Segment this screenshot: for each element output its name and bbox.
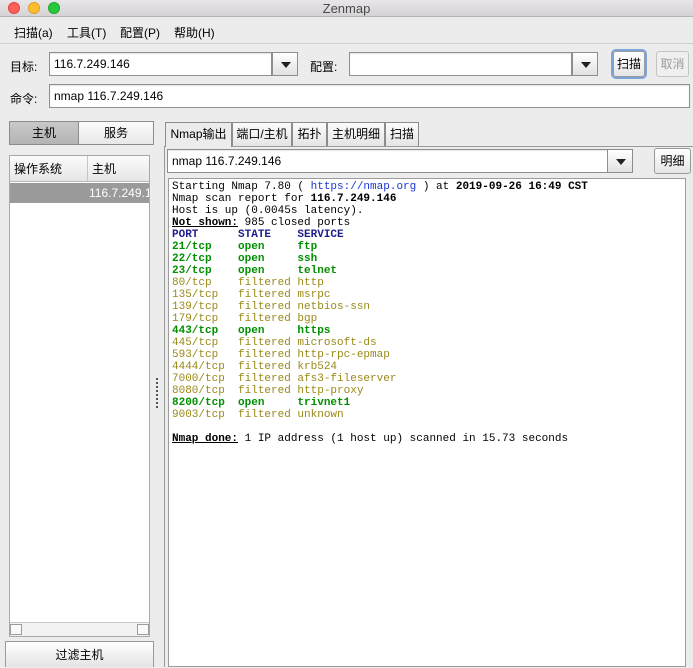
tab-topology[interactable]: 拓扑 [292, 122, 327, 146]
not-shown-label: Not shown: [172, 217, 239, 229]
profile-label: 配置: [310, 60, 338, 74]
nmap-done-label: Nmap done: [172, 433, 239, 445]
column-header-host[interactable]: 主机 [88, 156, 149, 182]
command-label: 命令: [10, 92, 38, 106]
port-row: 21/tcp open ftp [172, 241, 318, 253]
details-button[interactable]: 明细 [654, 148, 691, 174]
scanned-ip: 116.7.249.146 [310, 193, 397, 205]
host-address-cell: 116.7.249.146 [89, 186, 149, 200]
target-dropdown-button[interactable] [272, 52, 298, 76]
host-row[interactable]: 116.7.249.146 [10, 183, 149, 203]
host-up-text: Host is up (0.0045s latency). [172, 205, 364, 217]
port-row: 80/tcp filtered http [172, 277, 324, 289]
menu-scan[interactable]: 扫描(a) [14, 24, 53, 41]
tab-host-details[interactable]: 主机明细 [327, 122, 385, 146]
output-at-text: ) at [416, 181, 456, 193]
cancel-button[interactable]: 取消 [656, 51, 689, 77]
chevron-down-icon [616, 159, 626, 165]
profile-input[interactable] [349, 52, 572, 76]
nmap-done-text: 1 IP address (1 host up) scanned in 15.7… [238, 433, 569, 445]
output-selector-dropdown-button[interactable] [607, 149, 633, 173]
window-title: Zenmap [322, 1, 371, 16]
port-row: 8080/tcp filtered http-proxy [172, 385, 364, 397]
port-row: 22/tcp open ssh [172, 253, 318, 265]
tab-services[interactable]: 服务 [78, 121, 154, 145]
port-row: 135/tcp filtered msrpc [172, 289, 331, 301]
port-row: 179/tcp filtered bgp [172, 313, 318, 325]
column-header-os[interactable]: 操作系统 [10, 156, 88, 182]
output-selector[interactable]: nmap 116.7.249.146 [167, 149, 610, 173]
nmap-link[interactable]: https://nmap.org [311, 181, 417, 193]
menu-profile[interactable]: 配置(P) [120, 24, 160, 41]
port-row: 593/tcp filtered http-rpc-epmap [172, 349, 390, 361]
profile-dropdown-button[interactable] [572, 52, 598, 76]
port-row: 445/tcp filtered microsoft-ds [172, 337, 377, 349]
port-row: 139/tcp filtered netbios-ssn [172, 301, 371, 313]
nmap-output-text[interactable]: Starting Nmap 7.80 ( https://nmap.org ) … [168, 178, 686, 667]
tab-hosts[interactable]: 主机 [9, 121, 79, 145]
scroll-right-icon[interactable] [137, 624, 149, 635]
port-lines: 21/tcp open ftp 22/tcp open ssh 23/tcp o… [172, 241, 396, 421]
pane-resize-handle[interactable] [155, 378, 159, 410]
chevron-down-icon [281, 62, 291, 68]
tab-ports-hosts[interactable]: 端口/主机 [232, 122, 292, 146]
port-row: 23/tcp open telnet [172, 265, 338, 277]
port-row: 9003/tcp filtered unknown [172, 409, 344, 421]
port-row: 8200/tcp open trivnet1 [172, 397, 351, 409]
filter-hosts-button[interactable]: 过滤主机 [5, 641, 154, 667]
tab-scans[interactable]: 扫描 [385, 122, 419, 146]
target-label: 目标: [10, 60, 38, 74]
output-start-text: Starting Nmap 7.80 ( [172, 181, 311, 193]
title-bar: Zenmap [0, 0, 693, 17]
port-row: 443/tcp open https [172, 325, 331, 337]
scan-button[interactable]: 扫描 [613, 51, 645, 77]
scan-date: 2019-09-26 16:49 CST [455, 181, 588, 193]
menu-help[interactable]: 帮助(H) [174, 24, 215, 41]
scroll-left-icon[interactable] [10, 624, 22, 635]
closed-ports-text: 985 closed ports [238, 217, 351, 229]
close-window-button[interactable] [8, 2, 20, 14]
host-list[interactable]: 操作系统 主机 116.7.249.146 [9, 155, 150, 637]
horizontal-scrollbar[interactable] [10, 622, 149, 636]
report-for-text: Nmap scan report for [172, 193, 311, 205]
tab-nmap-output[interactable]: Nmap输出 [165, 122, 232, 147]
port-row: 4444/tcp filtered krb524 [172, 361, 338, 373]
menu-tools[interactable]: 工具(T) [67, 24, 106, 41]
command-input[interactable]: nmap 116.7.249.146 [49, 84, 690, 108]
port-row: 7000/tcp filtered afs3-fileserver [172, 373, 397, 385]
zoom-window-button[interactable] [48, 2, 60, 14]
chevron-down-icon [581, 62, 591, 68]
minimize-window-button[interactable] [28, 2, 40, 14]
menu-bar: 扫描(a) 工具(T) 配置(P) 帮助(H) [0, 18, 693, 44]
ports-header: PORT STATE SERVICE [172, 229, 344, 241]
zenmap-window: Zenmap 扫描(a) 工具(T) 配置(P) 帮助(H) 目标: 116.7… [0, 0, 693, 667]
target-input[interactable]: 116.7.249.146 [49, 52, 272, 76]
